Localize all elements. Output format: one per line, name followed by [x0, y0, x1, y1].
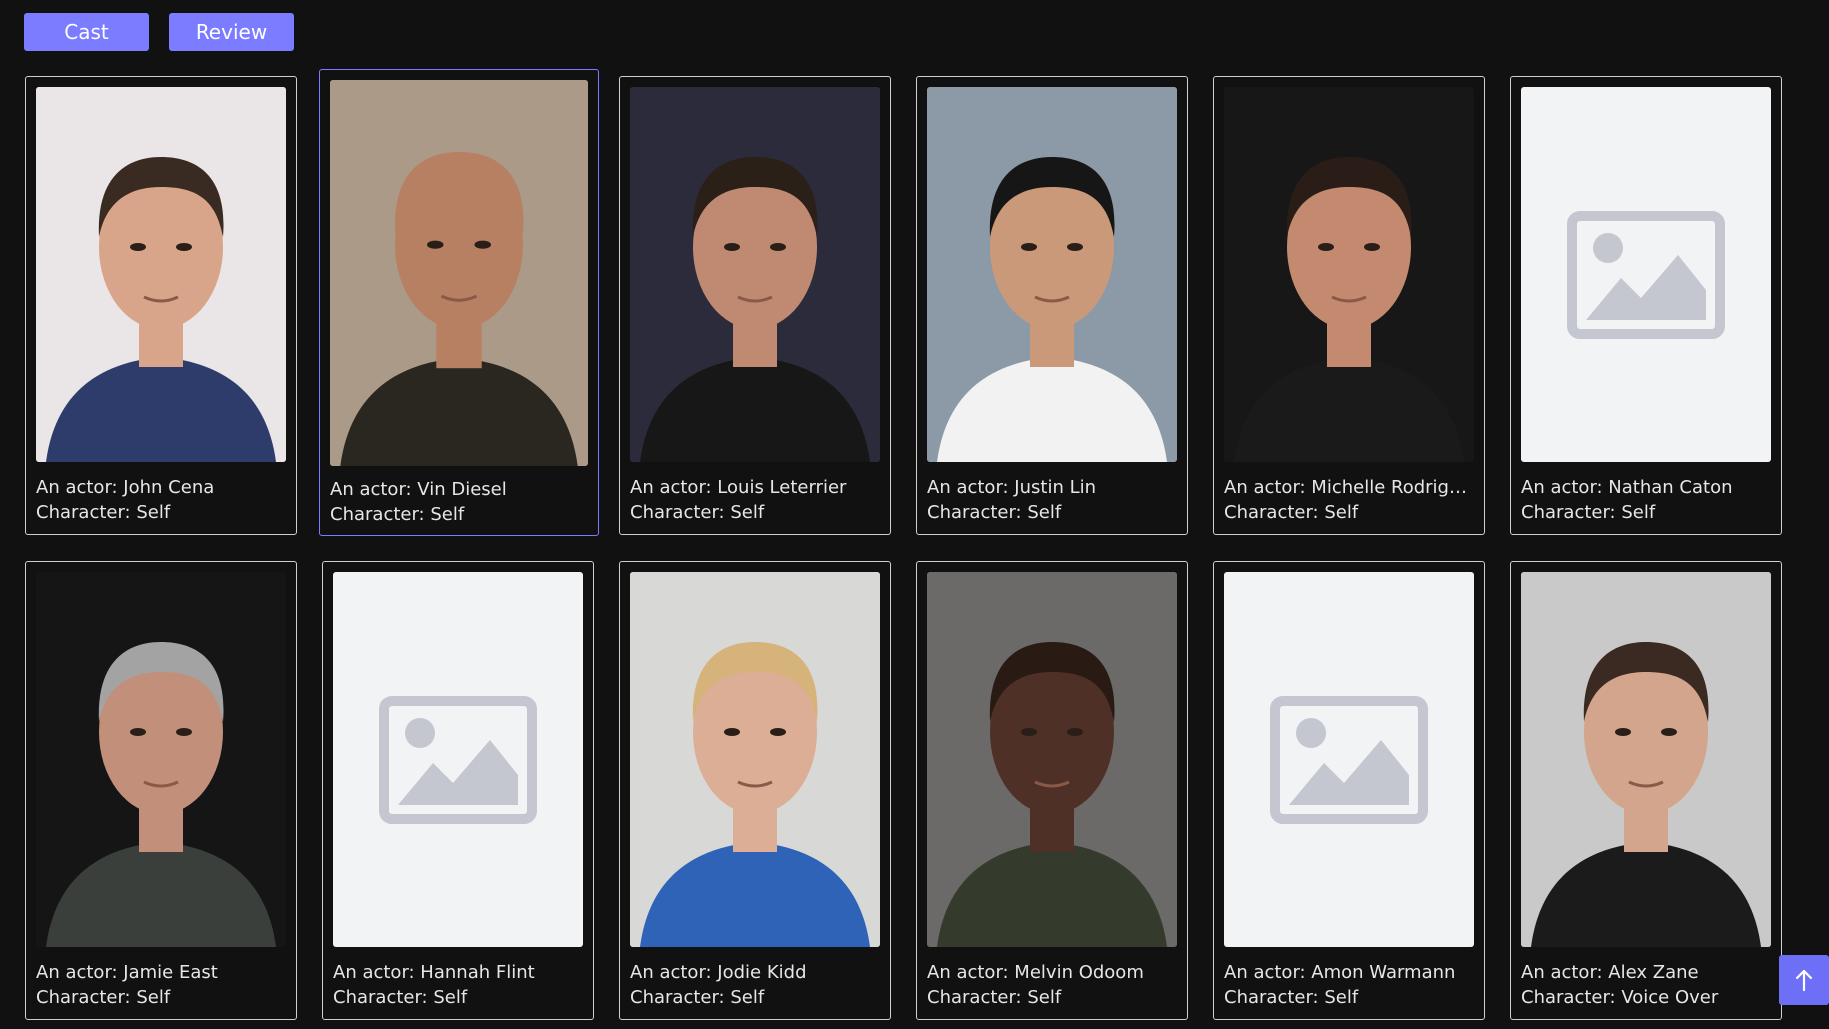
cast-caption: An actor: Amon Warmann Character: Self [1224, 960, 1476, 1010]
cast-card[interactable]: An actor: Louis Leterrier Character: Self [619, 76, 891, 535]
character-name: Character: Self [1224, 987, 1359, 1008]
actor-photo [36, 87, 286, 462]
actor-name: An actor: Jodie Kidd [630, 962, 807, 983]
actor-photo [630, 87, 880, 462]
cast-caption: An actor: John Cena Character: Self [36, 475, 288, 525]
actor-name: An actor: Melvin Odoom [927, 962, 1144, 983]
cast-grid: An actor: John Cena Character: Self An act… [25, 69, 1782, 1020]
tab-review[interactable]: Review [169, 13, 294, 51]
cast-card[interactable]: An actor: Alex Zane Character: Voice Over [1510, 561, 1782, 1020]
actor-name: An actor: Justin Lin [927, 477, 1097, 498]
actor-name: An actor: Jamie East [36, 962, 218, 983]
image-placeholder-icon [1521, 87, 1771, 462]
actor-name: An actor: Hannah Flint [333, 962, 535, 983]
character-name: Character: Self [333, 987, 468, 1008]
actor-photo [927, 87, 1177, 462]
character-name: Character: Self [927, 987, 1062, 1008]
tab-cast[interactable]: Cast [24, 13, 149, 51]
cast-card[interactable]: An actor: Vin Diesel Character: Self [319, 69, 599, 536]
actor-name: An actor: Michelle Rodrigu... [1224, 477, 1476, 498]
actor-name: An actor: John Cena [36, 477, 215, 498]
cast-card[interactable]: An actor: Jodie Kidd Character: Self [619, 561, 891, 1020]
cast-caption: An actor: Nathan Caton Character: Self [1521, 475, 1773, 525]
tab-bar: Cast Review [24, 13, 294, 51]
arrow-up-icon [1795, 969, 1813, 992]
cast-card[interactable]: An actor: Hannah Flint Character: Self [322, 561, 594, 1020]
cast-caption: An actor: Louis Leterrier Character: Self [630, 475, 882, 525]
scroll-to-top-button[interactable] [1779, 955, 1829, 1005]
cast-card[interactable]: An actor: Michelle Rodrigu... Character: … [1213, 76, 1485, 535]
cast-card[interactable]: An actor: Justin Lin Character: Self [916, 76, 1188, 535]
character-name: Character: Voice Over [1521, 987, 1719, 1008]
actor-photo [927, 572, 1177, 947]
actor-name: An actor: Vin Diesel [330, 479, 507, 500]
actor-photo [330, 80, 588, 466]
actor-name: An actor: Amon Warmann [1224, 962, 1456, 983]
actor-photo [1521, 572, 1771, 947]
actor-name: An actor: Alex Zane [1521, 962, 1699, 983]
cast-page: Cast Review An actor: John Cena Character… [0, 0, 1829, 1029]
actor-photo [36, 572, 286, 947]
character-name: Character: Self [630, 502, 765, 523]
character-name: Character: Self [1521, 502, 1656, 523]
character-name: Character: Self [1224, 502, 1359, 523]
cast-card[interactable]: An actor: Amon Warmann Character: Self [1213, 561, 1485, 1020]
cast-caption: An actor: Alex Zane Character: Voice Over [1521, 960, 1773, 1010]
image-placeholder-icon [333, 572, 583, 947]
image-placeholder-icon [1224, 572, 1474, 947]
character-name: Character: Self [36, 987, 171, 1008]
actor-photo [630, 572, 880, 947]
cast-caption: An actor: Vin Diesel Character: Self [330, 477, 582, 527]
cast-caption: An actor: Melvin Odoom Character: Self [927, 960, 1179, 1010]
cast-caption: An actor: Jodie Kidd Character: Self [630, 960, 882, 1010]
character-name: Character: Self [630, 987, 765, 1008]
character-name: Character: Self [927, 502, 1062, 523]
cast-card[interactable]: An actor: Jamie East Character: Self [25, 561, 297, 1020]
actor-name: An actor: Louis Leterrier [630, 477, 847, 498]
cast-card[interactable]: An actor: Melvin Odoom Character: Self [916, 561, 1188, 1020]
cast-caption: An actor: Justin Lin Character: Self [927, 475, 1179, 525]
character-name: Character: Self [330, 504, 465, 525]
actor-name: An actor: Nathan Caton [1521, 477, 1733, 498]
actor-photo [1224, 87, 1474, 462]
character-name: Character: Self [36, 502, 171, 523]
cast-caption: An actor: Michelle Rodrigu... Character: … [1224, 475, 1476, 525]
cast-caption: An actor: Hannah Flint Character: Self [333, 960, 585, 1010]
cast-card[interactable]: An actor: Nathan Caton Character: Self [1510, 76, 1782, 535]
cast-caption: An actor: Jamie East Character: Self [36, 960, 288, 1010]
cast-card[interactable]: An actor: John Cena Character: Self [25, 76, 297, 535]
